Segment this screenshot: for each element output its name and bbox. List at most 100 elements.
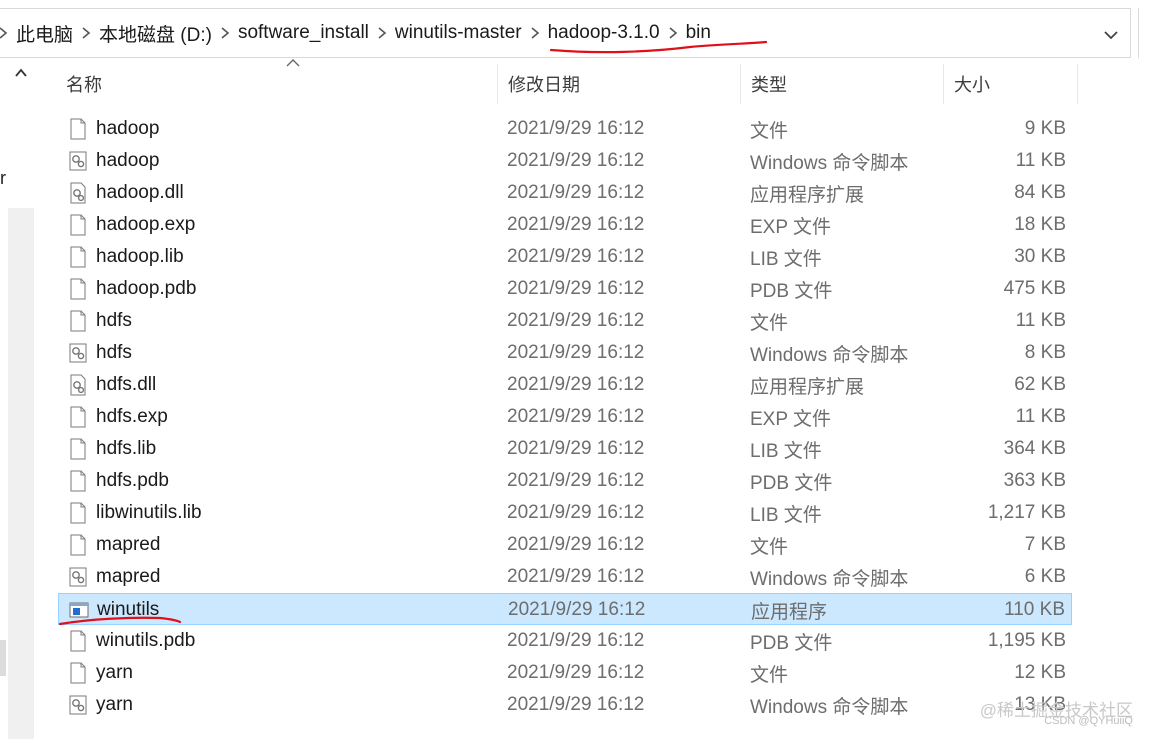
file-type: 文件	[750, 536, 789, 558]
file-type: EXP 文件	[750, 408, 831, 430]
file-row[interactable]: winutils.pdb 2021/9/29 16:12 PDB 文件 1,195 K…	[58, 625, 1072, 657]
file-type: LIB 文件	[750, 440, 822, 462]
file-row[interactable]: hdfs.dll 2021/9/29 16:12 应用程序扩展 62 KB	[58, 369, 1072, 401]
column-name-label: 名称	[66, 75, 102, 95]
file-type: Windows 命令脚本	[750, 696, 909, 718]
file-type: EXP 文件	[750, 216, 831, 238]
exe-file-icon	[69, 599, 89, 621]
file-size: 8 KB	[1024, 342, 1066, 363]
file-type: PDB 文件	[750, 280, 833, 302]
column-header: 名称 修改日期 类型 大小	[40, 59, 1080, 104]
file-name: yarn	[96, 694, 133, 715]
chevron-right-icon[interactable]	[216, 27, 234, 39]
file-modified-date: 2021/9/29 16:12	[507, 310, 645, 331]
breadcrumb: 此电脑 本地磁盘 (D:) software_install winutils-…	[0, 9, 715, 57]
file-name: hdfs	[96, 342, 132, 363]
file-modified-date: 2021/9/29 16:12	[507, 182, 645, 203]
file-row[interactable]: libwinutils.lib 2021/9/29 16:12 LIB 文件 1,21…	[58, 497, 1072, 529]
file-name: libwinutils.lib	[96, 502, 202, 523]
chevron-right-icon[interactable]	[664, 27, 682, 39]
blank-file-icon	[68, 246, 88, 268]
file-modified-date: 2021/9/29 16:12	[507, 342, 645, 363]
file-type: 文件	[750, 312, 789, 334]
blank-file-icon	[68, 406, 88, 428]
address-bar-edge	[1138, 8, 1153, 58]
script-file-icon	[68, 342, 88, 364]
file-row[interactable]: hdfs 2021/9/29 16:12 Windows 命令脚本 8 KB	[58, 337, 1072, 369]
script-file-icon	[68, 694, 88, 716]
file-size: 11 KB	[1015, 406, 1066, 427]
blank-file-icon	[68, 438, 88, 460]
dll-file-icon	[68, 374, 88, 396]
file-name: yarn	[96, 662, 133, 683]
file-size: 364 KB	[1003, 438, 1066, 459]
scrollbar-track[interactable]	[8, 208, 34, 739]
file-name: hadoop.exp	[96, 214, 196, 235]
file-name: hadoop.lib	[96, 246, 184, 267]
file-name: hdfs	[96, 310, 132, 331]
breadcrumb-software-install[interactable]: software_install	[234, 22, 373, 44]
file-row[interactable]: yarn 2021/9/29 16:12 Windows 命令脚本 13 KB	[58, 689, 1072, 721]
nav-item-partial: r	[0, 168, 6, 188]
file-size: 9 KB	[1024, 118, 1066, 139]
file-name: hadoop.dll	[96, 182, 184, 203]
sort-ascending-icon	[286, 59, 300, 67]
file-row[interactable]: hadoop.dll 2021/9/29 16:12 应用程序扩展 84 KB	[58, 177, 1072, 209]
file-size: 110 KB	[1004, 599, 1065, 620]
address-bar[interactable]: 此电脑 本地磁盘 (D:) software_install winutils-…	[0, 8, 1131, 58]
file-type: PDB 文件	[750, 472, 833, 494]
column-type-header[interactable]: 类型	[740, 64, 943, 104]
chevron-right-icon[interactable]	[77, 27, 95, 39]
breadcrumb-this-pc[interactable]: 此电脑	[12, 20, 77, 47]
file-row[interactable]: mapred 2021/9/29 16:12 Windows 命令脚本 6 KB	[58, 561, 1072, 593]
file-row[interactable]: winutils 2021/9/29 16:12 应用程序 110 KB	[58, 593, 1072, 625]
blank-file-icon	[68, 502, 88, 524]
file-modified-date: 2021/9/29 16:12	[507, 278, 645, 299]
chevron-down-icon[interactable]	[1097, 23, 1125, 47]
file-row[interactable]: hdfs.pdb 2021/9/29 16:12 PDB 文件 363 KB	[58, 465, 1072, 497]
file-row[interactable]: hadoop.lib 2021/9/29 16:12 LIB 文件 30 KB	[58, 241, 1072, 273]
file-size: 475 KB	[1003, 278, 1066, 299]
breadcrumb-local-disk[interactable]: 本地磁盘 (D:)	[95, 20, 216, 47]
file-row[interactable]: hdfs 2021/9/29 16:12 文件 11 KB	[58, 305, 1072, 337]
file-row[interactable]: hadoop.exp 2021/9/29 16:12 EXP 文件 18 KB	[58, 209, 1072, 241]
chevron-right-icon[interactable]	[526, 27, 544, 39]
blank-file-icon	[68, 118, 88, 140]
navigation-pane-scrollbar[interactable]	[0, 640, 6, 676]
file-modified-date: 2021/9/29 16:12	[507, 566, 645, 587]
file-modified-date: 2021/9/29 16:12	[507, 470, 645, 491]
file-row[interactable]: hadoop.pdb 2021/9/29 16:12 PDB 文件 475 KB	[58, 273, 1072, 305]
file-modified-date: 2021/9/29 16:12	[507, 374, 645, 395]
file-name: hdfs.pdb	[96, 470, 169, 491]
file-row[interactable]: mapred 2021/9/29 16:12 文件 7 KB	[58, 529, 1072, 561]
file-name: hdfs.lib	[96, 438, 157, 459]
file-modified-date: 2021/9/29 16:12	[508, 599, 646, 620]
column-size-header[interactable]: 大小	[943, 64, 1078, 104]
file-row[interactable]: hdfs.exp 2021/9/29 16:12 EXP 文件 11 KB	[58, 401, 1072, 433]
column-type-label: 类型	[751, 75, 787, 95]
file-size: 12 KB	[1014, 662, 1066, 683]
column-name-header[interactable]: 名称	[56, 59, 496, 104]
file-row[interactable]: hdfs.lib 2021/9/29 16:12 LIB 文件 364 KB	[58, 433, 1072, 465]
blank-file-icon	[68, 662, 88, 684]
file-type: LIB 文件	[750, 248, 822, 270]
chevron-right-icon[interactable]	[373, 27, 391, 39]
file-row[interactable]: hadoop 2021/9/29 16:12 Windows 命令脚本 11 KB	[58, 145, 1072, 177]
navigation-scrollbar[interactable]	[8, 60, 34, 739]
breadcrumb-winutils-master[interactable]: winutils-master	[391, 22, 526, 44]
file-modified-date: 2021/9/29 16:12	[507, 150, 645, 171]
blank-file-icon	[68, 310, 88, 332]
file-row[interactable]: yarn 2021/9/29 16:12 文件 12 KB	[58, 657, 1072, 689]
blank-file-icon	[68, 278, 88, 300]
file-type: 应用程序扩展	[750, 184, 865, 206]
chevron-right-icon[interactable]	[0, 27, 12, 39]
column-date-header[interactable]: 修改日期	[497, 64, 740, 104]
scroll-up-icon[interactable]	[14, 66, 28, 80]
file-modified-date: 2021/9/29 16:12	[507, 118, 645, 139]
file-name: mapred	[96, 534, 161, 555]
file-size: 11 KB	[1015, 310, 1066, 331]
breadcrumb-bin[interactable]: bin	[682, 22, 715, 44]
file-row[interactable]: hadoop 2021/9/29 16:12 文件 9 KB	[58, 113, 1072, 145]
file-type: 应用程序	[751, 601, 828, 623]
breadcrumb-hadoop-version[interactable]: hadoop-3.1.0	[544, 22, 664, 44]
